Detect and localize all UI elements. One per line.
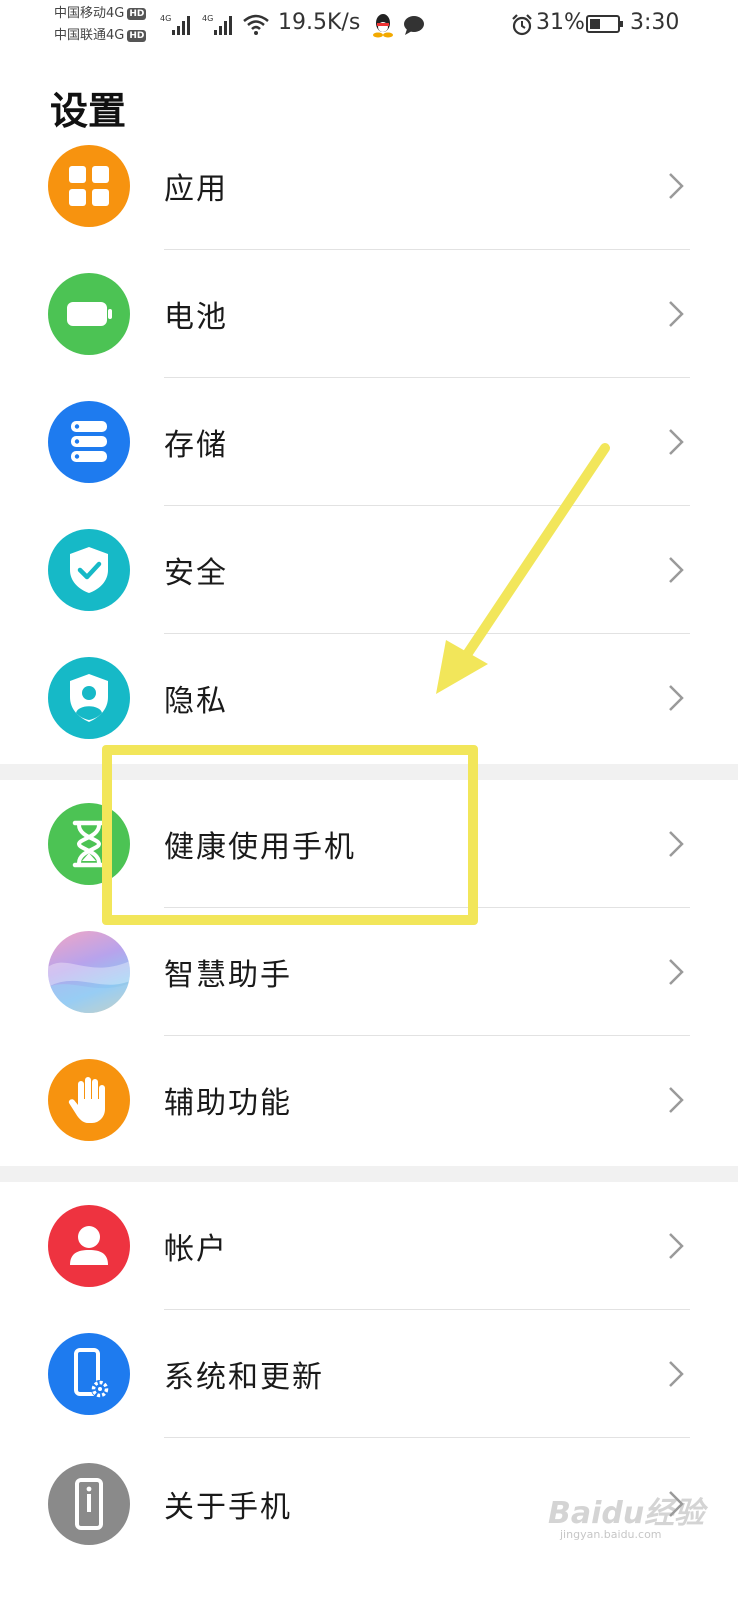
carrier-2: 中国联通4G HD bbox=[54, 28, 147, 43]
divider bbox=[164, 1437, 690, 1438]
chevron-right-icon bbox=[669, 685, 684, 711]
settings-item-privacy[interactable]: 隐私 bbox=[0, 634, 738, 762]
section-separator bbox=[0, 1166, 738, 1182]
battery-icon bbox=[48, 273, 130, 355]
smart-assistant-icon bbox=[48, 931, 130, 1013]
status-bar: 中国移动4G HD 中国联通4G HD 4G 4G 19.5K/s 31% 3:30 bbox=[0, 0, 738, 52]
settings-item-smart-assistant[interactable]: 智慧助手 bbox=[0, 908, 738, 1036]
settings-item-label: 健康使用手机 bbox=[164, 830, 356, 865]
battery-icon bbox=[586, 15, 623, 33]
apps-icon bbox=[48, 145, 130, 227]
network-speed: 19.5K/s bbox=[278, 10, 361, 35]
system-update-icon bbox=[48, 1333, 130, 1415]
settings-item-label: 应用 bbox=[164, 172, 228, 207]
settings-item-digital-balance[interactable]: 健康使用手机 bbox=[0, 780, 738, 908]
chevron-right-icon bbox=[669, 1087, 684, 1113]
chevron-right-icon bbox=[669, 959, 684, 985]
settings-item-battery[interactable]: 电池 bbox=[0, 250, 738, 378]
privacy-icon bbox=[48, 657, 130, 739]
settings-item-accessibility[interactable]: 辅助功能 bbox=[0, 1036, 738, 1164]
hand-icon bbox=[48, 1059, 130, 1141]
settings-item-label: 帐户 bbox=[164, 1232, 228, 1267]
security-shield-icon bbox=[48, 529, 130, 611]
settings-item-account[interactable]: 帐户 bbox=[0, 1182, 738, 1310]
settings-item-label: 辅助功能 bbox=[164, 1086, 292, 1121]
settings-item-system-update[interactable]: 系统和更新 bbox=[0, 1310, 738, 1438]
hourglass-icon bbox=[48, 803, 130, 885]
qq-icon bbox=[373, 14, 393, 38]
watermark: Baidu经验 bbox=[548, 1496, 705, 1531]
chevron-right-icon bbox=[669, 1233, 684, 1259]
battery-percent: 31% bbox=[536, 10, 585, 35]
settings-item-security[interactable]: 安全 bbox=[0, 506, 738, 634]
chevron-right-icon bbox=[669, 1361, 684, 1387]
settings-item-label: 关于手机 bbox=[164, 1490, 292, 1525]
message-icon bbox=[404, 16, 424, 35]
alarm-icon bbox=[512, 14, 532, 36]
chevron-right-icon bbox=[669, 173, 684, 199]
settings-item-label: 智慧助手 bbox=[164, 958, 292, 993]
carrier-1: 中国移动4G HD bbox=[54, 6, 147, 21]
svg-text:4G: 4G bbox=[202, 14, 213, 23]
account-icon bbox=[48, 1205, 130, 1287]
chevron-right-icon bbox=[669, 831, 684, 857]
storage-icon bbox=[48, 401, 130, 483]
settings-item-label: 电池 bbox=[164, 300, 228, 335]
watermark-url: jingyan.baidu.com bbox=[560, 1528, 662, 1541]
chevron-right-icon bbox=[669, 301, 684, 327]
chevron-right-icon bbox=[669, 429, 684, 455]
settings-item-label: 存储 bbox=[164, 428, 228, 463]
settings-item-label: 隐私 bbox=[164, 684, 228, 719]
wifi-icon bbox=[243, 14, 269, 35]
settings-item-label: 安全 bbox=[164, 556, 228, 591]
signal-icon: 4G bbox=[160, 14, 190, 35]
clock: 3:30 bbox=[630, 10, 680, 35]
settings-item-storage[interactable]: 存储 bbox=[0, 378, 738, 506]
settings-item-apps[interactable]: 应用 bbox=[0, 122, 738, 250]
chevron-right-icon bbox=[669, 557, 684, 583]
about-phone-icon bbox=[48, 1463, 130, 1545]
settings-item-label: 系统和更新 bbox=[164, 1360, 324, 1395]
section-separator bbox=[0, 764, 738, 780]
svg-text:4G: 4G bbox=[160, 14, 171, 23]
signal-icon: 4G bbox=[202, 14, 232, 35]
